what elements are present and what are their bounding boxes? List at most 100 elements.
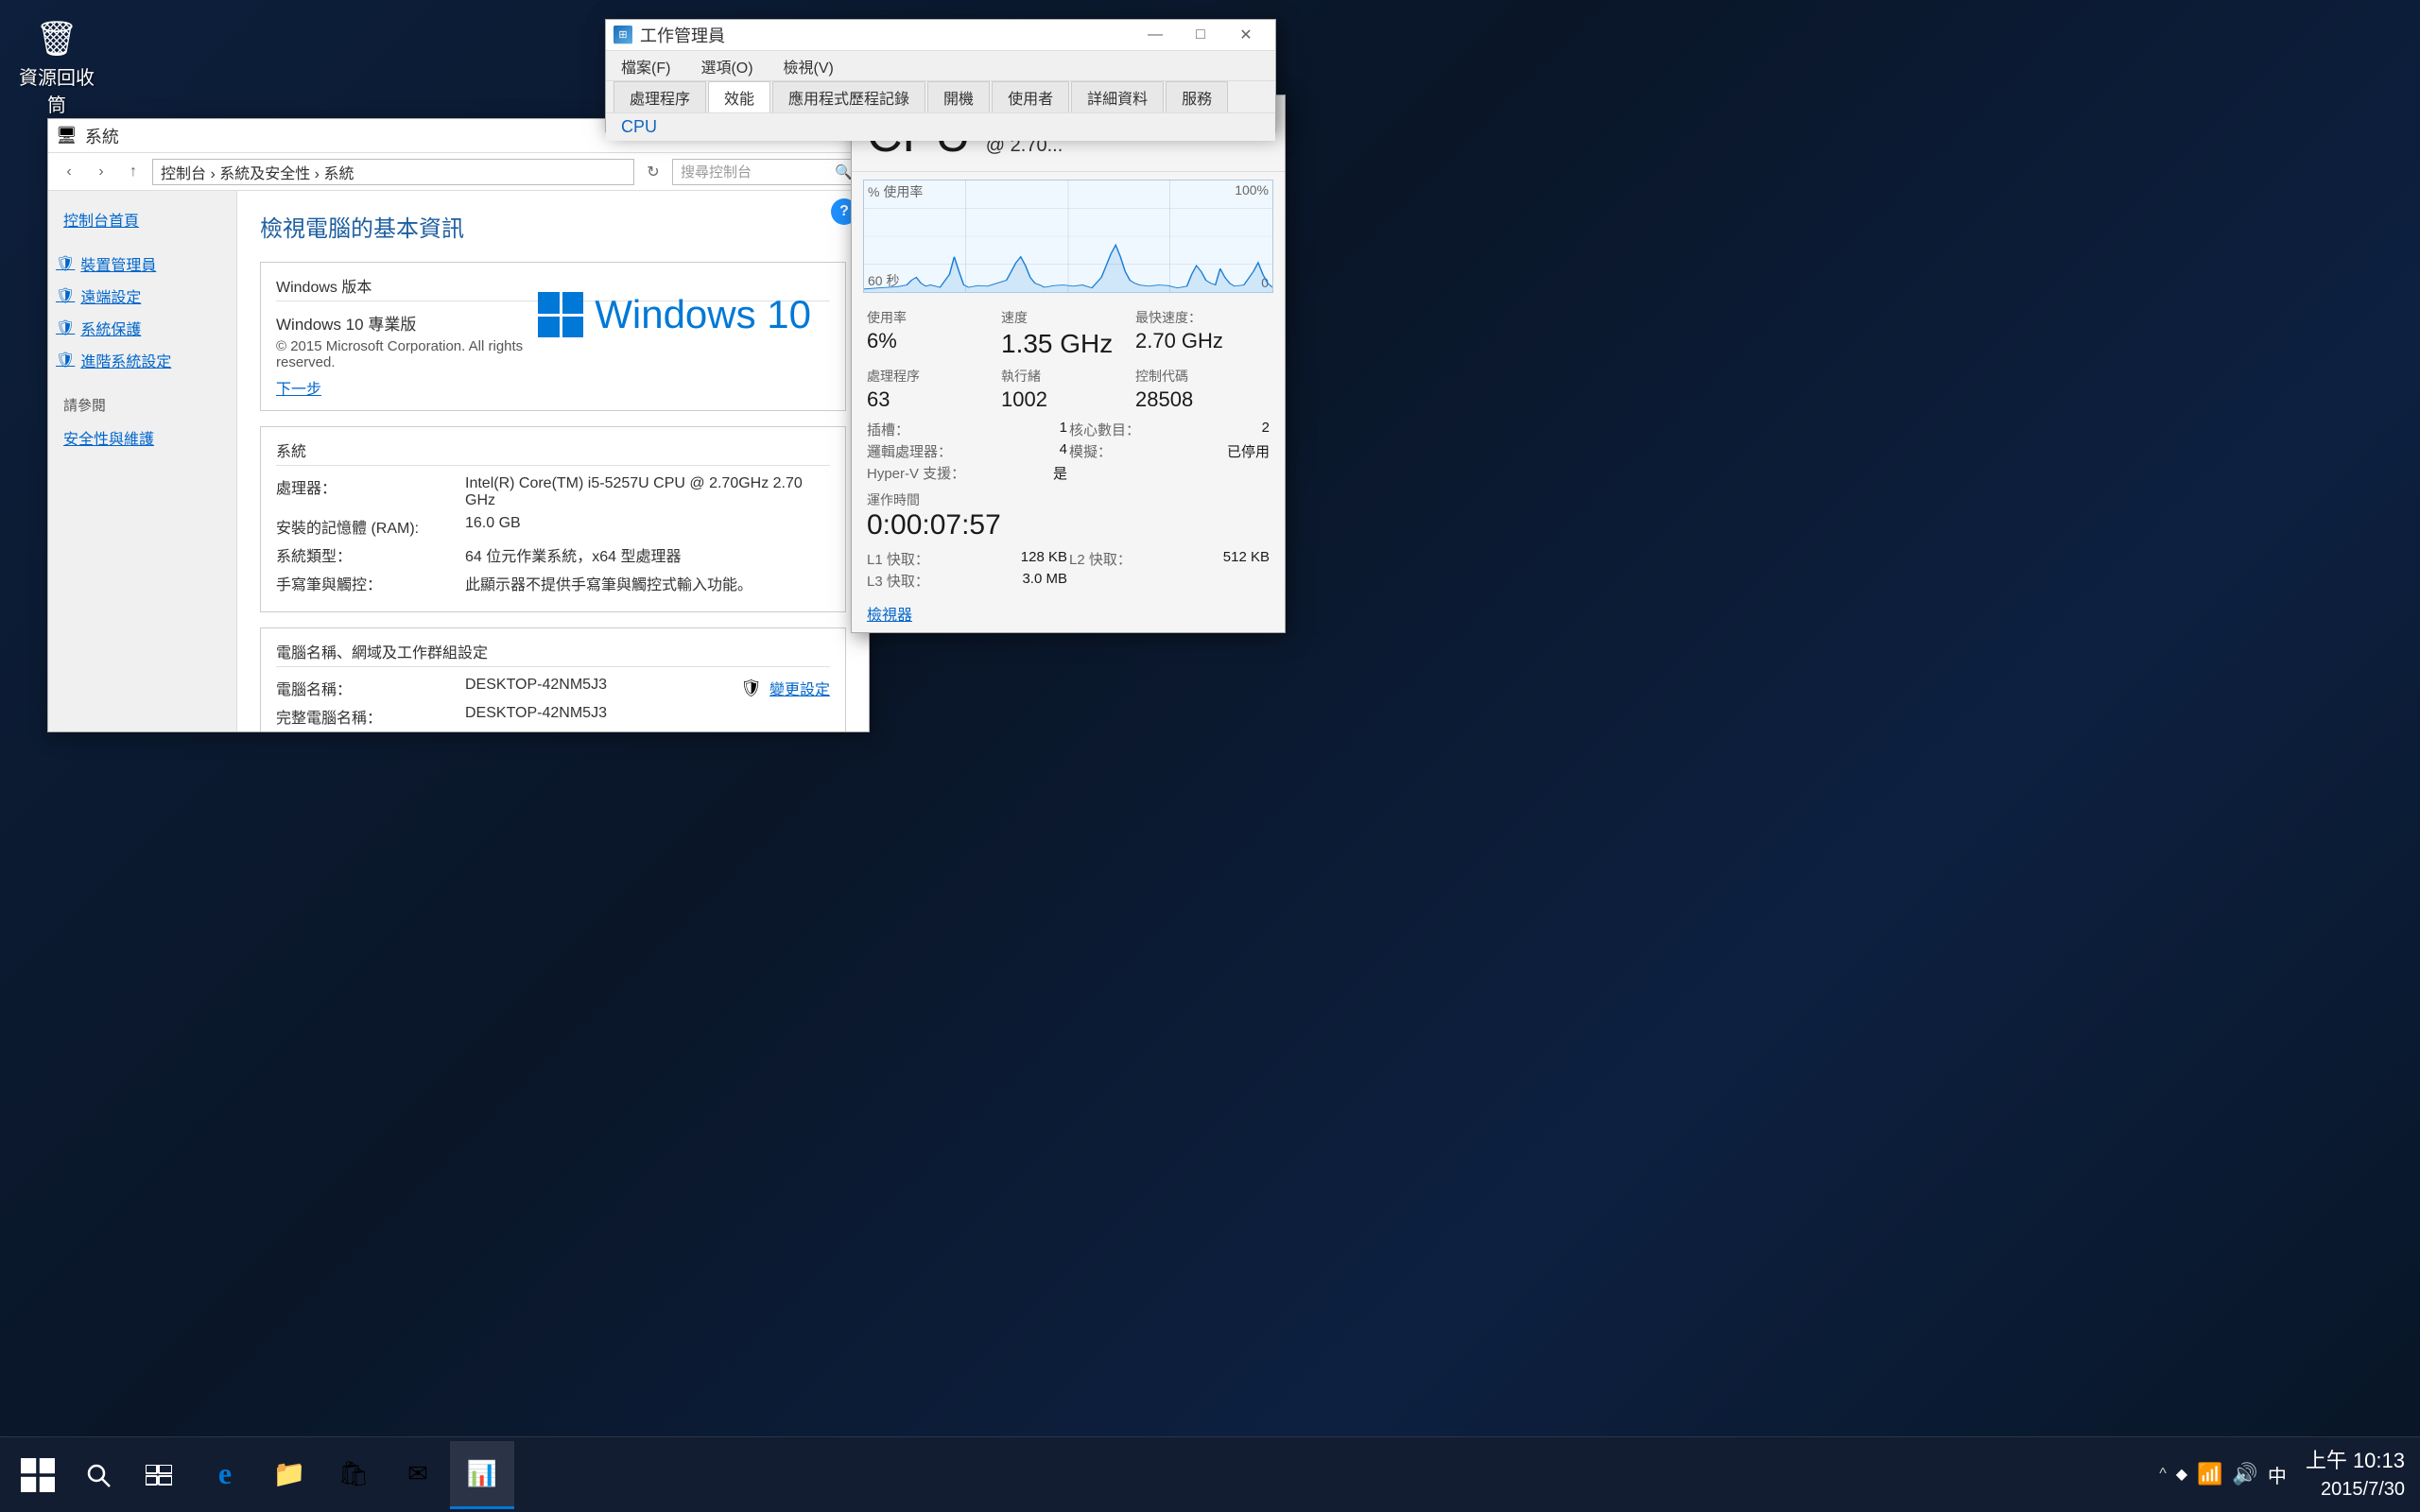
system-window-icon: 🖥 <box>56 126 78 146</box>
taskbar-app-edge[interactable]: e <box>193 1441 257 1509</box>
stat-slots: 插槽： 1 <box>867 420 1067 439</box>
tray-clock[interactable]: 上午 10:13 2015/7/30 <box>2306 1447 2405 1503</box>
tray-arrow-icon[interactable]: ^ <box>2159 1466 2167 1483</box>
page-title: 檢視電腦的基本資訊 <box>260 210 846 243</box>
tab-processes[interactable]: 處理程序 <box>614 81 706 112</box>
hyperv-value: 是 <box>1053 463 1067 483</box>
tab-services[interactable]: 服務 <box>1166 81 1228 112</box>
pen-label: 手寫筆與觸控： <box>276 572 465 594</box>
nav-back-button[interactable]: ‹ <box>56 159 82 185</box>
ram-value: 16.0 GB <box>465 515 521 538</box>
stat-processes: 處理程序 63 <box>867 367 1001 412</box>
sidebar-item-protection[interactable]: 🛡 系統保護 <box>56 312 229 344</box>
windows-version-text: Windows 10 專業版 © 2015 Microsoft Corporat… <box>276 311 538 399</box>
change-settings-button[interactable]: 變更設定 <box>769 677 830 699</box>
stat-max-speed: 最快速度： 2.70 GHz <box>1135 308 1270 359</box>
tab-details[interactable]: 詳細資料 <box>1071 81 1164 112</box>
taskbar: e 📁 🛍 ✉ 📊 ^ ◆ 📶 🔊 中 上午 10:13 2015/7/30 <box>0 1436 2420 1512</box>
l3-cache-row: L3 快取： 3.0 MB <box>867 571 1067 591</box>
task-view-icon <box>146 1465 172 1486</box>
nav-refresh-button[interactable]: ↻ <box>640 159 666 185</box>
taskbar-app-explorer[interactable]: 📁 <box>257 1441 321 1509</box>
system-section-title: 系統 <box>276 438 830 466</box>
computer-name-section-title: 電腦名稱、網域及工作群組設定 <box>276 640 830 667</box>
sidebar-remote-label: 遠端設定 <box>80 284 141 307</box>
system-address-bar: ‹ › ↑ 控制台 › 系統及安全性 › 系統 ↻ 搜尋控制台 🔍 <box>48 153 869 191</box>
taskbar-app-store[interactable]: 🛍 <box>321 1441 386 1509</box>
stat-usage: 使用率 6% <box>867 308 1001 359</box>
taskmanager-titlebar: ⊞ 工作管理員 — □ ✕ <box>606 20 1275 51</box>
cpu-uptime-section: 運作時間 0:00:07:57 <box>852 487 1285 545</box>
cpu-right-stats: 插槽： 1 核心數目： 2 邏輯處理器： 4 模擬： 已停用 Hyper-V 支… <box>852 416 1285 487</box>
start-button[interactable] <box>8 1445 68 1505</box>
sidebar-item-home[interactable]: 控制台首頁 <box>48 202 236 236</box>
windows-version-content: Windows 10 專業版 © 2015 Microsoft Corporat… <box>276 311 830 399</box>
taskmanager-maximize-button[interactable]: □ <box>1179 20 1222 50</box>
pen-value: 此顯示器不提供手寫筆與觸控式輸入功能。 <box>465 572 752 594</box>
search-placeholder: 搜尋控制台 <box>681 162 752 181</box>
tab-performance[interactable]: 效能 <box>708 81 770 113</box>
tray-diamond-icon[interactable]: ◆ <box>2176 1465 2187 1484</box>
pen-row: 手寫筆與觸控： 此顯示器不提供手寫筆與觸控式輸入功能。 <box>276 572 830 594</box>
taskmanager-menu-options[interactable]: 選項(O) <box>693 51 760 81</box>
stat-cores: 核心數目： 2 <box>1069 420 1270 439</box>
system-info-section: 系統 處理器： Intel(R) Core(TM) i5-5257U CPU @… <box>260 426 846 612</box>
sidebar-item-device-manager[interactable]: 🛡 裝置管理員 <box>56 248 229 280</box>
nav-up-button[interactable]: ↑ <box>120 159 147 185</box>
windows10-wordmark: Windows 10 <box>595 292 811 337</box>
sidebar-see-also: 請參閱 安全性與維護 <box>48 395 236 455</box>
stat-speed-label: 速度 <box>1001 308 1135 327</box>
stat-speed-value: 1.35 GHz <box>1001 329 1135 359</box>
taskbar-taskview-button[interactable] <box>129 1445 189 1505</box>
tray-volume-icon[interactable]: 🔊 <box>2232 1462 2257 1486</box>
tab-app-history[interactable]: 應用程式歷程記錄 <box>772 81 925 112</box>
sidebar-see-also-title: 請參閱 <box>63 395 221 415</box>
taskmanager-close-button[interactable]: ✕ <box>1224 20 1268 50</box>
windows-edition: Windows 10 專業版 <box>276 311 538 335</box>
tray-network-icon[interactable]: 📶 <box>2197 1462 2222 1486</box>
control-panel-search[interactable]: 搜尋控制台 🔍 <box>672 159 861 185</box>
recycle-bin-image: 🗑 <box>35 19 78 59</box>
taskmanager-menu-file[interactable]: 檔案(F) <box>614 51 678 81</box>
sidebar-item-security[interactable]: 安全性與維護 <box>63 421 221 455</box>
shield-protection-icon: 🛡 <box>56 318 75 337</box>
tab-startup[interactable]: 開機 <box>927 81 990 112</box>
breadcrumb[interactable]: 控制台 › 系統及安全性 › 系統 <box>152 159 634 185</box>
tab-users[interactable]: 使用者 <box>992 81 1069 112</box>
sidebar-device-manager-label: 裝置管理員 <box>80 252 156 275</box>
computer-name-section: 電腦名稱、網域及工作群組設定 電腦名稱： DESKTOP-42NM5J3 完整電… <box>260 627 846 731</box>
sidebar-item-remote[interactable]: 🛡 遠端設定 <box>56 280 229 312</box>
stat-logical: 邏輯處理器： 4 <box>867 441 1067 461</box>
taskbar-app-taskmanager[interactable]: 📊 <box>450 1441 514 1509</box>
l2-cache-row: L2 快取： 512 KB <box>1069 549 1270 569</box>
stat-processes-value: 63 <box>867 387 1001 412</box>
virt-label: 模擬： <box>1069 441 1112 461</box>
taskbar-search-button[interactable] <box>68 1445 129 1505</box>
cpu-performance-panel: CPU Intel(R) Core(TM) i5-5257U CPU @ 2.7… <box>851 94 1286 633</box>
processor-row: 處理器： Intel(R) Core(TM) i5-5257U CPU @ 2.… <box>276 475 830 509</box>
system-window: 🖥 系統 — □ ✕ ‹ › ↑ 控制台 › 系統及安全性 › 系統 ↻ 搜尋控… <box>47 118 870 732</box>
viewer-button[interactable]: 檢視器 <box>852 594 1285 632</box>
windows-version-section: Windows 版本 Windows 10 專業版 © 2015 Microso… <box>260 262 846 411</box>
sidebar-protection-label: 系統保護 <box>80 317 141 339</box>
computer-name-label: 電腦名稱： <box>276 677 465 699</box>
recycle-bin-icon[interactable]: 🗑 資源回收筒 <box>19 19 95 117</box>
system-main-content: ? 檢視電腦的基本資訊 Windows 版本 Windows 10 專業版 © … <box>237 191 869 731</box>
system-type-row: 系統類型： 64 位元作業系統，x64 型處理器 <box>276 543 830 566</box>
windows-start-icon <box>21 1458 55 1492</box>
taskmanager-minimize-button[interactable]: — <box>1133 20 1177 50</box>
slots-label: 插槽： <box>867 420 909 439</box>
nav-forward-button[interactable]: › <box>88 159 114 185</box>
windows-flag-icon <box>538 292 583 337</box>
sidebar-item-advanced[interactable]: 🛡 進階系統設定 <box>56 344 229 376</box>
taskmanager-menu-view[interactable]: 檢視(V) <box>776 51 841 81</box>
stat-threads-label: 執行緒 <box>1001 367 1135 386</box>
taskmanager-window: ⊞ 工作管理員 — □ ✕ 檔案(F) 選項(O) 檢視(V) 處理程序 效能 … <box>605 19 1276 132</box>
cores-value: 2 <box>1262 420 1270 439</box>
full-name-value: DESKTOP-42NM5J3 <box>465 705 607 728</box>
windows-next-link[interactable]: 下一步 <box>276 376 538 399</box>
full-name-label: 完整電腦名稱： <box>276 705 465 728</box>
stat-threads-value: 1002 <box>1001 387 1135 412</box>
taskbar-app-mail[interactable]: ✉ <box>386 1441 450 1509</box>
tray-ime-icon[interactable]: 中 <box>2268 1461 2287 1488</box>
